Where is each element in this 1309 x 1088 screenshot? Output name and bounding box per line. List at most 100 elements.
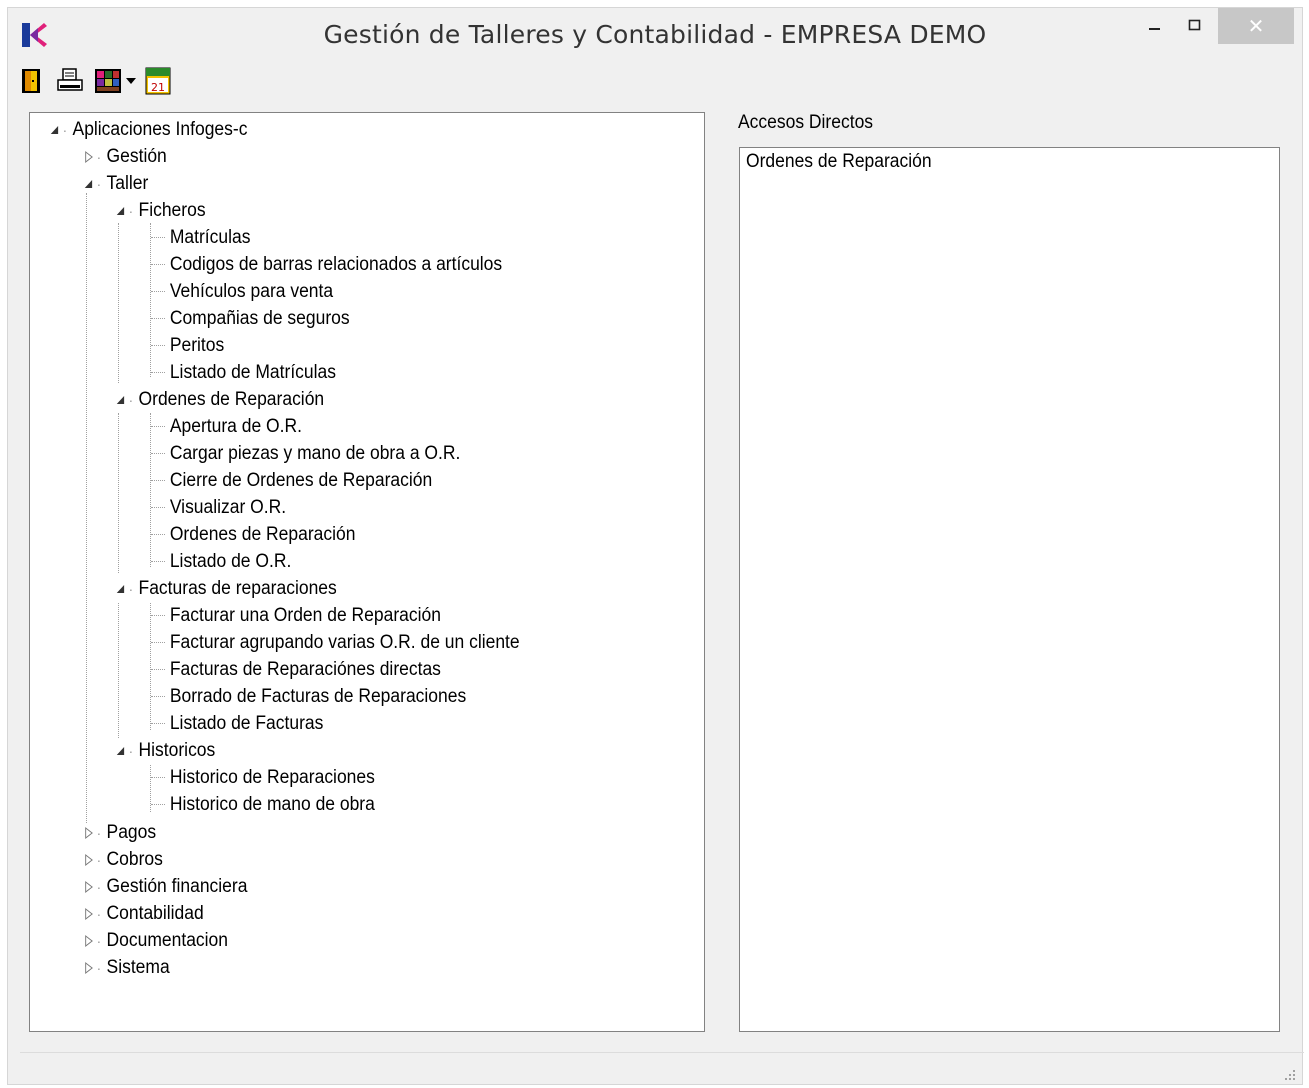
expanded-arrow-icon[interactable]: [114, 204, 127, 218]
shortcuts-list[interactable]: Ordenes de Reparación: [739, 147, 1280, 1032]
tree-line: [151, 507, 165, 508]
tree-leaf[interactable]: Apertura de O.R.: [168, 413, 302, 440]
tree-leaf[interactable]: Listado de Facturas: [168, 710, 324, 737]
tree-leaf[interactable]: Codigos de barras relacionados a artícul…: [168, 251, 502, 278]
tree-line: [151, 615, 165, 616]
expanded-arrow-icon[interactable]: [82, 177, 95, 191]
tree-line: [151, 804, 165, 805]
tree-label-ordenes: Ordenes de Reparación: [138, 388, 325, 410]
tree-dot: ·: [128, 391, 134, 408]
tree-line: [118, 223, 119, 383]
palette-button[interactable]: [94, 66, 122, 96]
close-button[interactable]: ✕: [1218, 8, 1294, 44]
expanded-arrow-icon[interactable]: [114, 393, 127, 407]
window-title: Gestión de Talleres y Contabilidad - EMP…: [323, 20, 987, 49]
tree-dot: ·: [96, 824, 102, 841]
tree-node-ordenes[interactable]: · Ordenes de Reparación: [114, 386, 324, 413]
tree-line: [118, 603, 119, 738]
tree-line: [151, 237, 165, 238]
tree-leaf[interactable]: Historico de Reparaciones: [168, 764, 375, 791]
tree-leaf-label: Compañias de seguros: [169, 307, 350, 329]
tree-node-root[interactable]: · Aplicaciones Infoges-c: [48, 116, 247, 143]
tree-line: [150, 413, 151, 567]
tree-leaf[interactable]: Facturar una Orden de Reparación: [168, 602, 441, 629]
expanded-arrow-icon[interactable]: [48, 123, 61, 137]
tree-leaf-label: Visualizar O.R.: [169, 496, 287, 518]
tree-line: [151, 561, 165, 562]
tree-line: [150, 603, 151, 730]
tree-leaf-label: Cierre de Ordenes de Reparación: [169, 469, 433, 491]
tree-line: [150, 223, 151, 377]
tree-node-gestion[interactable]: · Gestión: [82, 143, 167, 170]
tree-node-documentacion[interactable]: · Documentacion: [82, 927, 228, 954]
tree-line: [151, 291, 165, 292]
tree-label-pagos: Pagos: [106, 821, 157, 843]
tree-node-contabilidad[interactable]: · Contabilidad: [82, 900, 204, 927]
toolbar: 21: [18, 64, 182, 98]
tree-leaf[interactable]: Listado de Matrículas: [168, 359, 336, 386]
tree-node-historicos[interactable]: · Historicos: [114, 737, 215, 764]
resize-grip-icon[interactable]: [1284, 1069, 1296, 1081]
exit-door-icon: [22, 69, 40, 93]
tree-label-facturas: Facturas de reparaciones: [138, 577, 337, 599]
collapsed-arrow-icon[interactable]: [82, 150, 95, 164]
tree-line: [151, 372, 165, 373]
tree-leaf[interactable]: Listado de O.R.: [168, 548, 291, 575]
print-button[interactable]: [56, 66, 84, 96]
collapsed-arrow-icon[interactable]: [82, 907, 95, 921]
tree-line: [151, 696, 165, 697]
tree-dot: ·: [128, 742, 134, 759]
chevron-down-icon: [126, 78, 136, 84]
tree-leaf[interactable]: Peritos: [168, 332, 224, 359]
tree-leaf[interactable]: Compañias de seguros: [168, 305, 350, 332]
tree-dot: ·: [96, 932, 102, 949]
tree-node-pagos[interactable]: · Pagos: [82, 819, 156, 846]
palette-dropdown-arrow[interactable]: [126, 66, 136, 96]
collapsed-arrow-icon[interactable]: [82, 934, 95, 948]
collapsed-arrow-icon[interactable]: [82, 961, 95, 975]
tree-node-cobros[interactable]: · Cobros: [82, 846, 163, 873]
exit-button[interactable]: [18, 66, 46, 96]
tree-leaf[interactable]: Facturar agrupando varias O.R. de un cli…: [168, 629, 520, 656]
tree-leaf[interactable]: Matrículas: [168, 224, 251, 251]
tree-leaf-label: Facturar agrupando varias O.R. de un cli…: [169, 631, 520, 653]
shortcut-item[interactable]: Ordenes de Reparación: [746, 151, 932, 173]
tree-line: [151, 480, 165, 481]
tree-leaf[interactable]: Vehículos para venta: [168, 278, 333, 305]
calendar-button[interactable]: 21: [144, 66, 172, 96]
tree-label-sistema: Sistema: [106, 956, 170, 978]
tree-dot: ·: [128, 580, 134, 597]
tree-line: [86, 193, 87, 823]
tree-label-taller: Taller: [106, 172, 149, 194]
tree-node-facturas[interactable]: · Facturas de reparaciones: [114, 575, 337, 602]
tree-node-taller[interactable]: · Taller: [82, 170, 148, 197]
tree-node-ficheros[interactable]: · Ficheros: [114, 197, 206, 224]
tree-leaf-label: Peritos: [169, 334, 225, 356]
collapsed-arrow-icon[interactable]: [82, 880, 95, 894]
palette-icon: [95, 69, 121, 93]
tree-leaf[interactable]: Cierre de Ordenes de Reparación: [168, 467, 432, 494]
tree-leaf-label: Listado de Matrículas: [169, 361, 336, 383]
collapsed-arrow-icon[interactable]: [82, 853, 95, 867]
menu-tree[interactable]: · Aplicaciones Infoges-c · Gestión · Tal…: [29, 112, 705, 1032]
tree-line: [151, 669, 165, 670]
tree-leaf-label: Listado de O.R.: [169, 550, 292, 572]
tree-leaf[interactable]: Historico de mano de obra: [168, 791, 375, 818]
calendar-day: 21: [151, 81, 165, 94]
tree-leaf[interactable]: Cargar piezas y mano de obra a O.R.: [168, 440, 461, 467]
collapsed-arrow-icon[interactable]: [82, 826, 95, 840]
maximize-button[interactable]: [1172, 8, 1218, 44]
calendar-icon: 21: [145, 67, 171, 95]
tree-label-gestion-financiera: Gestión financiera: [106, 875, 248, 897]
title-bar[interactable]: Gestión de Talleres y Contabilidad - EMP…: [8, 8, 1302, 58]
tree-line: [151, 777, 165, 778]
tree-leaf[interactable]: Visualizar O.R.: [168, 494, 286, 521]
tree-node-sistema[interactable]: · Sistema: [82, 954, 170, 981]
tree-leaf[interactable]: Borrado de Facturas de Reparaciones: [168, 683, 466, 710]
tree-leaf[interactable]: Facturas de Reparaciónes directas: [168, 656, 441, 683]
expanded-arrow-icon[interactable]: [114, 744, 127, 758]
tree-leaf[interactable]: Ordenes de Reparación: [168, 521, 356, 548]
expanded-arrow-icon[interactable]: [114, 582, 127, 596]
tree-node-gestion-financiera[interactable]: · Gestión financiera: [82, 873, 247, 900]
tree-dot: ·: [96, 959, 102, 976]
